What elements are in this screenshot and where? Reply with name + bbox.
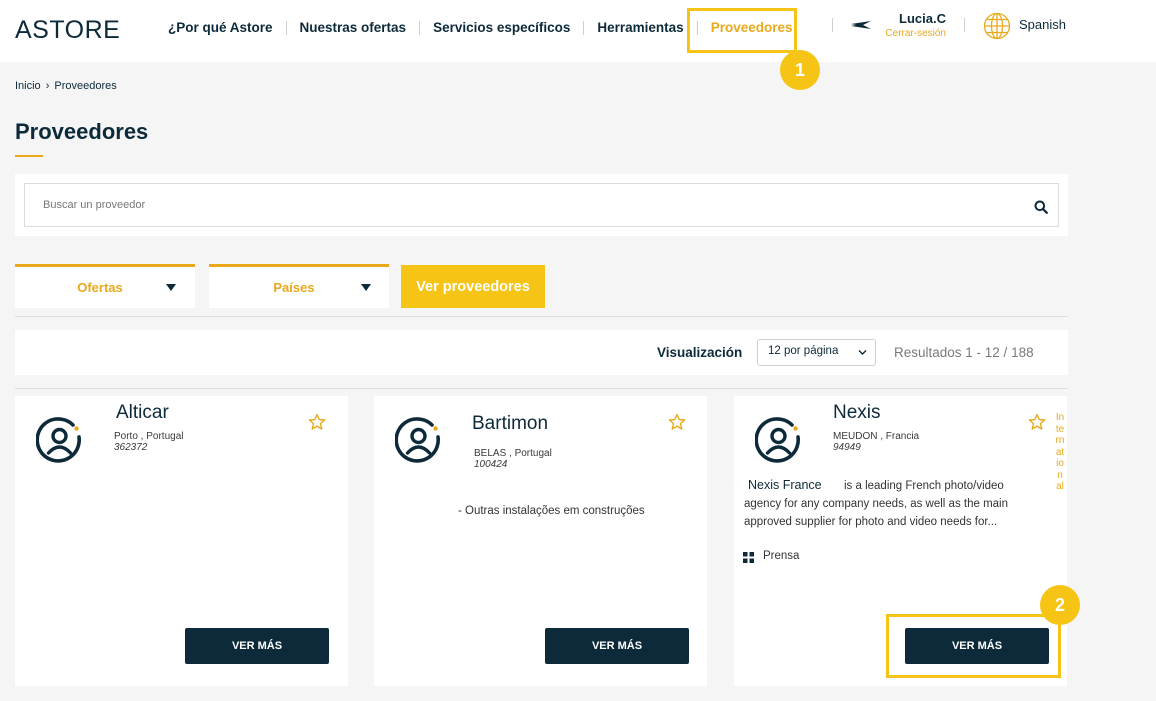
supplier-name[interactable]: Nexis xyxy=(833,402,881,424)
step-badge-2: 2 xyxy=(1040,585,1080,625)
countries-filter-dropdown[interactable]: Países xyxy=(209,264,389,308)
header: ASTORE ¿Por qué Astore Nuestras ofertas … xyxy=(0,0,1156,62)
supplier-location: BELAS , Portugal xyxy=(474,448,552,459)
globe-icon[interactable] xyxy=(983,12,1011,40)
supplier-description: - Outras instalações em construções xyxy=(458,505,645,517)
breadcrumb: Inicio › Proveedores xyxy=(15,80,117,92)
supplier-avatar-icon xyxy=(395,417,440,463)
favorite-star-icon[interactable] xyxy=(668,413,686,431)
offers-filter-label: Ofertas xyxy=(77,280,123,295)
search-input[interactable] xyxy=(24,183,1059,227)
ver-proveedores-button[interactable]: Ver proveedores xyxy=(401,265,545,308)
results-count: Resultados 1 - 12 / 188 xyxy=(894,345,1034,360)
countries-filter-label: Países xyxy=(273,280,315,295)
visualization-label: Visualización xyxy=(657,345,743,360)
ver-mas-button[interactable]: VER MÁS xyxy=(185,628,329,664)
step-badge-1: 1 xyxy=(780,50,820,90)
nav-nuestras-ofertas[interactable]: Nuestras ofertas xyxy=(287,20,420,35)
search-panel xyxy=(15,174,1068,236)
highlight-box-proveedores xyxy=(687,8,797,53)
caret-down-icon xyxy=(361,284,371,291)
supplier-id: 362372 xyxy=(114,442,148,453)
header-divider xyxy=(832,18,833,32)
supplier-location: MEUDON , Francia xyxy=(833,431,920,442)
section-divider xyxy=(15,316,1068,317)
supplier-location: Porto , Portugal xyxy=(114,431,184,442)
nav-herramientas[interactable]: Herramientas xyxy=(584,20,696,35)
offers-filter-dropdown[interactable]: Ofertas xyxy=(15,264,195,308)
nav-por-que-astore[interactable]: ¿Por qué Astore xyxy=(155,20,286,35)
title-underline xyxy=(15,155,43,157)
breadcrumb-home[interactable]: Inicio xyxy=(15,80,41,92)
astore-logo[interactable]: ASTORE xyxy=(15,16,120,45)
international-side-label: International xyxy=(1055,412,1065,492)
supplier-description-name: Nexis France xyxy=(743,478,827,492)
search-icon[interactable] xyxy=(1034,200,1048,214)
supplier-card-alticar: Alticar Porto , Portugal 362372 VER MÁS xyxy=(15,396,348,686)
header-divider xyxy=(964,18,965,32)
section-divider xyxy=(15,388,1068,389)
logout-link[interactable]: Cerrar-sesión xyxy=(870,28,946,39)
favorite-star-icon[interactable] xyxy=(308,413,326,431)
supplier-description-line: approved supplier for photo and video ne… xyxy=(744,516,998,528)
category-tag: Prensa xyxy=(763,550,800,562)
user-name: Lucia.C xyxy=(899,11,946,26)
language-selector[interactable]: Spanish xyxy=(1019,17,1066,32)
supplier-avatar-icon xyxy=(755,417,800,463)
supplier-description-line: agency for any company needs, as well as… xyxy=(744,498,1009,510)
highlight-box-ver-mas xyxy=(886,614,1061,678)
supplier-id: 100424 xyxy=(474,459,508,470)
chevron-down-icon xyxy=(858,350,867,355)
favorite-star-icon[interactable] xyxy=(1028,413,1046,431)
supplier-description-line: is a leading French photo/video xyxy=(844,480,1004,492)
supplier-avatar-icon xyxy=(36,417,81,463)
supplier-name[interactable]: Alticar xyxy=(116,402,169,424)
category-grid-icon xyxy=(743,552,754,563)
breadcrumb-current: Proveedores xyxy=(54,80,117,92)
ver-mas-button[interactable]: VER MÁS xyxy=(545,628,689,664)
supplier-card-bartimon: Bartimon BELAS , Portugal 100424 - Outra… xyxy=(374,396,707,686)
supplier-name[interactable]: Bartimon xyxy=(472,413,548,435)
breadcrumb-separator: › xyxy=(45,80,50,92)
caret-down-icon xyxy=(166,284,176,291)
supplier-id: 94949 xyxy=(833,442,861,453)
page-title: Proveedores xyxy=(15,119,149,144)
nav-servicios-especificos[interactable]: Servicios específicos xyxy=(420,20,583,35)
plane-icon xyxy=(851,21,871,29)
